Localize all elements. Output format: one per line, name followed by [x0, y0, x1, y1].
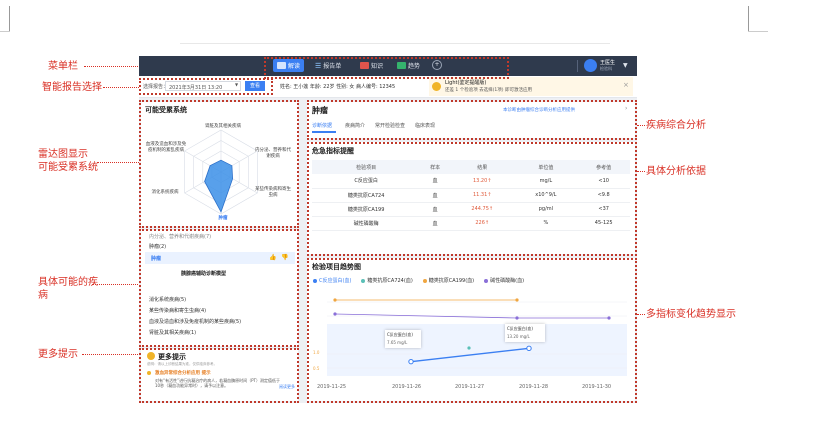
user-dept: 检验科: [600, 66, 612, 71]
annotation-box-menubar: [264, 57, 509, 79]
notice-text: 还差 1 个检验项 去选择(1项) 即可激活应用: [445, 88, 532, 93]
annotation-box-radar: [139, 100, 299, 228]
annotation-box-disease: [139, 229, 299, 347]
user-name: 王医生: [600, 60, 616, 66]
annotation-line: [97, 162, 139, 163]
warning-icon: [432, 82, 441, 91]
divider: [577, 60, 578, 72]
annotation-radar: 雷达图显示 可能受累系统: [38, 149, 98, 173]
close-icon[interactable]: ×: [623, 81, 629, 89]
patient-info: 姓名: 王小莲 年龄: 22岁 性别: 女 病人编号: 12345: [280, 84, 396, 90]
chevron-down-icon[interactable]: ▼: [623, 62, 628, 69]
annotation-box-tips: [139, 348, 299, 403]
annotation-smart-report: 智能报告选择: [42, 82, 102, 93]
corner-mark: [748, 31, 768, 32]
annotation-line: [82, 354, 140, 355]
annotation-line: [637, 314, 645, 315]
annotation-line: [92, 284, 140, 285]
corner-mark: [748, 6, 749, 31]
annotation-line: [637, 171, 645, 172]
annotation-more-tips: 更多提示: [38, 349, 78, 360]
avatar[interactable]: [584, 59, 597, 72]
annotation-box-report: [139, 78, 273, 95]
annotation-box-analysis: [307, 100, 637, 140]
annotation-line: [103, 87, 139, 88]
annotation-box-trend: [307, 258, 637, 403]
annotation-trend: 多指标变化趋势显示: [646, 309, 736, 320]
corner-mark: [9, 6, 10, 31]
notice-banner: Light(鉴定提醒版) 还差 1 个检验项 去选择(1项) 即可激活应用 ×: [429, 77, 633, 96]
annotation-possible-disease: 具体可能的疾 病: [38, 277, 98, 301]
top-rule: [180, 43, 610, 44]
annotation-analysis-basis: 具体分析依据: [646, 166, 706, 177]
annotation-line: [637, 125, 645, 126]
notice-title: Light(鉴定提醒版): [445, 80, 487, 86]
corner-mark: [0, 31, 10, 32]
annotation-box-basis: [307, 142, 637, 256]
annotation-disease-analysis: 疾病综合分析: [646, 120, 706, 131]
annotation-menubar: 菜单栏: [48, 61, 78, 72]
